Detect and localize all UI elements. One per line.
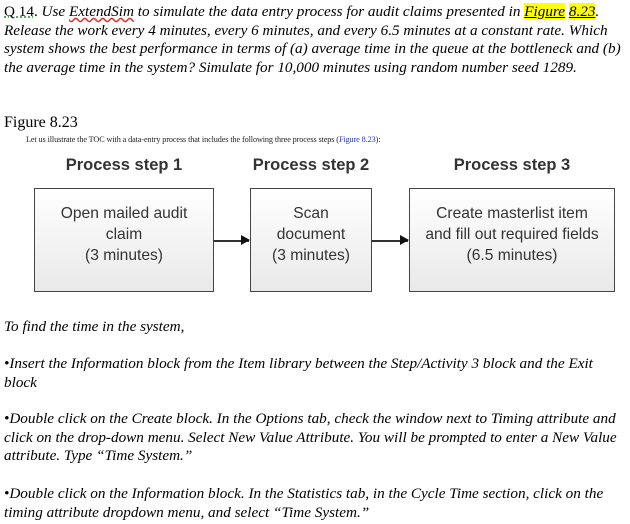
- instruction-bullet: •Double click on the Information block. …: [4, 485, 604, 521]
- caption-end: ):: [375, 135, 381, 144]
- instruction-bullet: •Insert the Information block from the I…: [4, 355, 593, 391]
- flow-arrow-icon: [214, 236, 250, 244]
- figure-link[interactable]: 8.23: [568, 3, 596, 20]
- figure-caption: Let us illustrate the TOC with a data-en…: [26, 135, 381, 144]
- step-2-duration: (3 minutes): [272, 246, 350, 264]
- figure-link[interactable]: Figure: [524, 3, 566, 20]
- software-name: ExtendSim: [68, 3, 134, 20]
- step-1-line: Open mailed audit: [60, 204, 188, 222]
- caption-text: Let us illustrate the TOC with a data-en…: [26, 135, 339, 144]
- caption-figure-link[interactable]: Figure 8.23: [339, 135, 376, 144]
- question-text: to simulate the data entry process for a…: [133, 3, 525, 20]
- question-paragraph: Q 14. Use ExtendSim to simulate the data…: [4, 3, 626, 77]
- flow-arrow-icon: [372, 236, 409, 244]
- step-3-line: Create masterlist item: [436, 204, 588, 222]
- instruction-bullet: •Double click on the Create block. In th…: [4, 410, 617, 465]
- step-1-duration: (3 minutes): [85, 246, 163, 264]
- process-step-3-box: Create masterlist item and fill out requ…: [409, 188, 615, 292]
- figure-title: Figure 8.23: [4, 114, 78, 131]
- instructions-intro: To find the time in the system,: [4, 318, 185, 335]
- step-1-line: claim: [105, 225, 143, 243]
- process-step-1-heading: Process step 1: [65, 156, 183, 174]
- process-step-2-heading: Process step 2: [252, 156, 370, 174]
- step-2-line: Scan: [293, 204, 329, 222]
- step-2-line: document: [276, 225, 346, 243]
- question-number: Q 14: [4, 3, 34, 20]
- process-step-1-box: Open mailed audit claim (3 minutes): [34, 188, 214, 292]
- question-sep: .: [33, 3, 42, 20]
- question-text: Use: [41, 3, 69, 20]
- process-step-3-heading: Process step 3: [453, 156, 571, 174]
- process-step-2-box: Scan document (3 minutes): [250, 188, 372, 292]
- step-3-duration: (6.5 minutes): [466, 246, 558, 264]
- step-3-line: and fill out required fields: [425, 225, 599, 243]
